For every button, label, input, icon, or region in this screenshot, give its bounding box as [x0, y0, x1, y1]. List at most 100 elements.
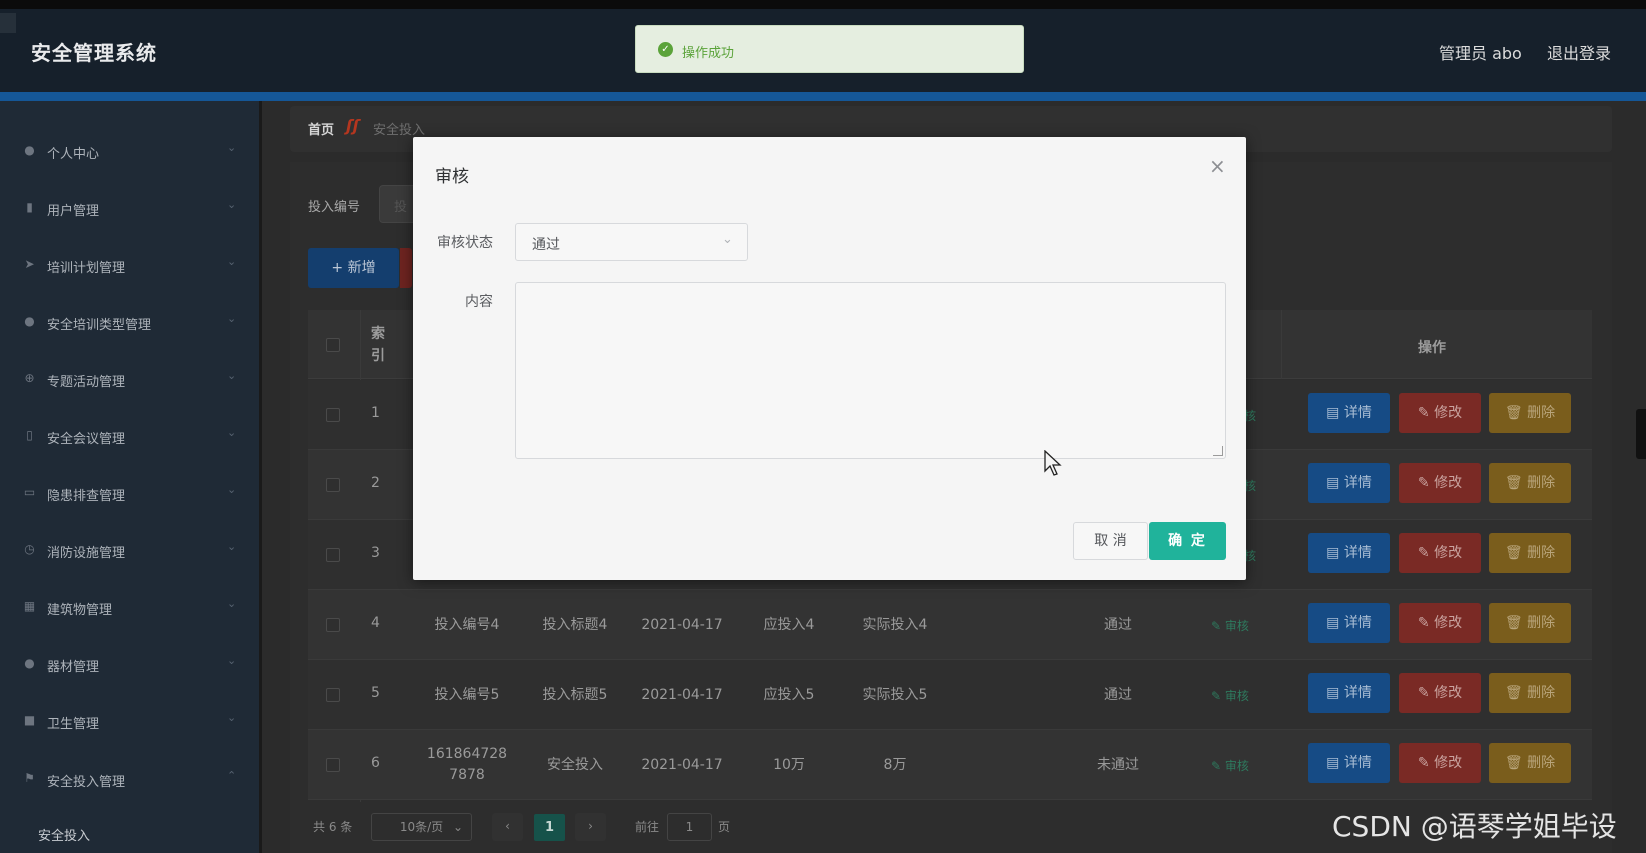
audit-link[interactable]: ✎ 审核	[1211, 687, 1249, 704]
delete-button-label: 删除	[1527, 685, 1556, 701]
row-checkbox[interactable]	[326, 408, 340, 422]
batch-delete-button[interactable]	[400, 248, 412, 288]
sidebar-item-special-activity[interactable]: ⊕ 专题活动管理 ⌄	[0, 359, 259, 399]
cell-status: 通过	[1104, 687, 1132, 703]
row-checkbox[interactable]	[326, 758, 340, 772]
row-checkbox[interactable]	[326, 478, 340, 492]
sidebar-item-equipment[interactable]: ● 器材管理 ⌄	[0, 644, 259, 684]
pencil-icon: ✎	[1417, 615, 1435, 631]
chat-icon: ■	[23, 713, 36, 727]
audit-status-select[interactable]: 通过 ⌄	[515, 223, 748, 261]
edit-button-label: 修改	[1434, 545, 1463, 561]
header-accent-bar	[0, 92, 1646, 101]
chevron-down-icon: ⌄	[722, 232, 733, 247]
edit-button[interactable]: ✎ 修改	[1399, 743, 1481, 783]
add-button[interactable]: + 新增	[308, 248, 399, 288]
check-circle-icon: ✓	[658, 42, 673, 57]
sidebar-item-label: 培训计划管理	[47, 261, 126, 276]
success-toast: ✓ 操作成功	[635, 25, 1024, 73]
cell-date: 2021-04-17	[641, 687, 723, 703]
edit-button-label: 修改	[1434, 615, 1463, 631]
audit-link-label: 审核	[1224, 759, 1249, 773]
trash-icon: 🗑	[1504, 615, 1528, 631]
delete-button[interactable]: 🗑 删除	[1489, 463, 1571, 503]
sidebar-item-user-management[interactable]: ▮ 用户管理 ⌄	[0, 188, 259, 228]
compass-icon: ⊕	[24, 371, 35, 385]
detail-button[interactable]: ▤ 详情	[1308, 463, 1390, 503]
detail-button[interactable]: ▤ 详情	[1308, 673, 1390, 713]
admin-user-label[interactable]: 管理员 abo	[1439, 40, 1522, 64]
cell-code: 投入编号5	[434, 687, 500, 703]
cell-title: 安全投入	[547, 757, 603, 773]
prev-page-button[interactable]: ‹	[492, 813, 523, 841]
page-size-select[interactable]: 10条/页 ⌄	[371, 813, 472, 841]
row-checkbox[interactable]	[326, 688, 340, 702]
detail-button-label: 详情	[1343, 615, 1372, 631]
content-textarea[interactable]	[515, 282, 1226, 459]
detail-button[interactable]: ▤ 详情	[1308, 603, 1390, 643]
chevron-down-icon: ⌄	[227, 369, 237, 382]
column-header-index: 索 引	[371, 326, 385, 364]
sidebar-item-building[interactable]: ▦ 建筑物管理 ⌄	[0, 587, 259, 627]
confirm-button[interactable]: 确 定	[1149, 522, 1226, 560]
sidebar-item-label: 卫生管理	[47, 717, 100, 732]
detail-button-label: 详情	[1343, 545, 1372, 561]
edit-button[interactable]: ✎ 修改	[1399, 673, 1481, 713]
resize-handle-icon[interactable]	[1213, 446, 1223, 456]
chevron-down-icon: ⌄	[227, 597, 237, 610]
sidebar-item-personal-center[interactable]: ● 个人中心 ⌄	[0, 131, 259, 171]
edit-button[interactable]: ✎ 修改	[1399, 533, 1481, 573]
sidebar-item-hazard-check[interactable]: ▭ 隐患排查管理 ⌄	[0, 473, 259, 513]
detail-button-label: 详情	[1343, 755, 1372, 771]
detail-button[interactable]: ▤ 详情	[1308, 393, 1390, 433]
close-icon[interactable]: ×	[1209, 154, 1226, 178]
detail-button-label: 详情	[1343, 475, 1372, 491]
row-checkbox[interactable]	[326, 618, 340, 632]
delete-button[interactable]: 🗑 删除	[1489, 673, 1571, 713]
message-icon: ▭	[23, 485, 36, 499]
audit-link[interactable]: ✎ 审核	[1211, 757, 1249, 774]
edit-button[interactable]: ✎ 修改	[1399, 393, 1481, 433]
document-icon: ▤	[1326, 475, 1344, 491]
sidebar-item-safety-investment[interactable]: ⚑ 安全投入管理 ⌃	[0, 759, 259, 799]
cancel-button[interactable]: 取 消	[1073, 522, 1148, 560]
sidebar-item-fire-facility[interactable]: ◷ 消防设施管理 ⌄	[0, 530, 259, 570]
delete-button-label: 删除	[1527, 755, 1556, 771]
detail-button[interactable]: ▤ 详情	[1308, 533, 1390, 573]
pencil-icon: ✎	[1417, 755, 1435, 771]
cell-actual: 实际投入5	[862, 687, 928, 703]
mouse-cursor-icon	[1044, 450, 1062, 476]
next-page-button[interactable]: ›	[575, 813, 606, 841]
sidebar-item-training-type[interactable]: ● 安全培训类型管理 ⌄	[0, 302, 259, 342]
delete-button[interactable]: 🗑 删除	[1489, 393, 1571, 433]
page-number-current[interactable]: 1	[534, 814, 565, 841]
sidebar-item-safety-meeting[interactable]: ▯ 安全会议管理 ⌄	[0, 416, 259, 456]
sidebar-subitem-safety-investment[interactable]: 安全投入	[38, 825, 90, 844]
send-icon: ➤	[24, 257, 35, 271]
delete-button[interactable]: 🗑 删除	[1489, 743, 1571, 783]
row-checkbox[interactable]	[326, 548, 340, 562]
document-icon: ▤	[1326, 615, 1344, 631]
sidebar-item-hygiene[interactable]: ■ 卫生管理 ⌄	[0, 701, 259, 741]
audit-link[interactable]: ✎ 审核	[1211, 617, 1249, 634]
delete-button[interactable]: 🗑 删除	[1489, 603, 1571, 643]
user-icon: ●	[24, 143, 35, 157]
toast-message: 操作成功	[682, 46, 735, 61]
cell-actual: 8万	[883, 757, 907, 773]
sidebar-item-training-plan[interactable]: ➤ 培训计划管理 ⌄	[0, 245, 259, 285]
breadcrumb-home[interactable]: 首页	[308, 119, 334, 138]
chevron-down-icon: ⌄	[227, 483, 237, 496]
sidebar-item-label: 专题活动管理	[47, 375, 126, 390]
edit-button[interactable]: ✎ 修改	[1399, 463, 1481, 503]
cell-date: 2021-04-17	[641, 617, 723, 633]
scrollbar-thumb[interactable]	[1636, 409, 1646, 459]
detail-button[interactable]: ▤ 详情	[1308, 743, 1390, 783]
delete-button[interactable]: 🗑 删除	[1489, 533, 1571, 573]
sidebar-item-label: 安全会议管理	[47, 432, 126, 447]
sidebar-item-label: 建筑物管理	[47, 603, 113, 618]
select-all-checkbox[interactable]	[326, 338, 340, 352]
logout-link[interactable]: 退出登录	[1547, 40, 1611, 64]
goto-page-input[interactable]: 1	[667, 813, 712, 841]
pagination-total: 共 6 条	[313, 820, 353, 834]
edit-button[interactable]: ✎ 修改	[1399, 603, 1481, 643]
